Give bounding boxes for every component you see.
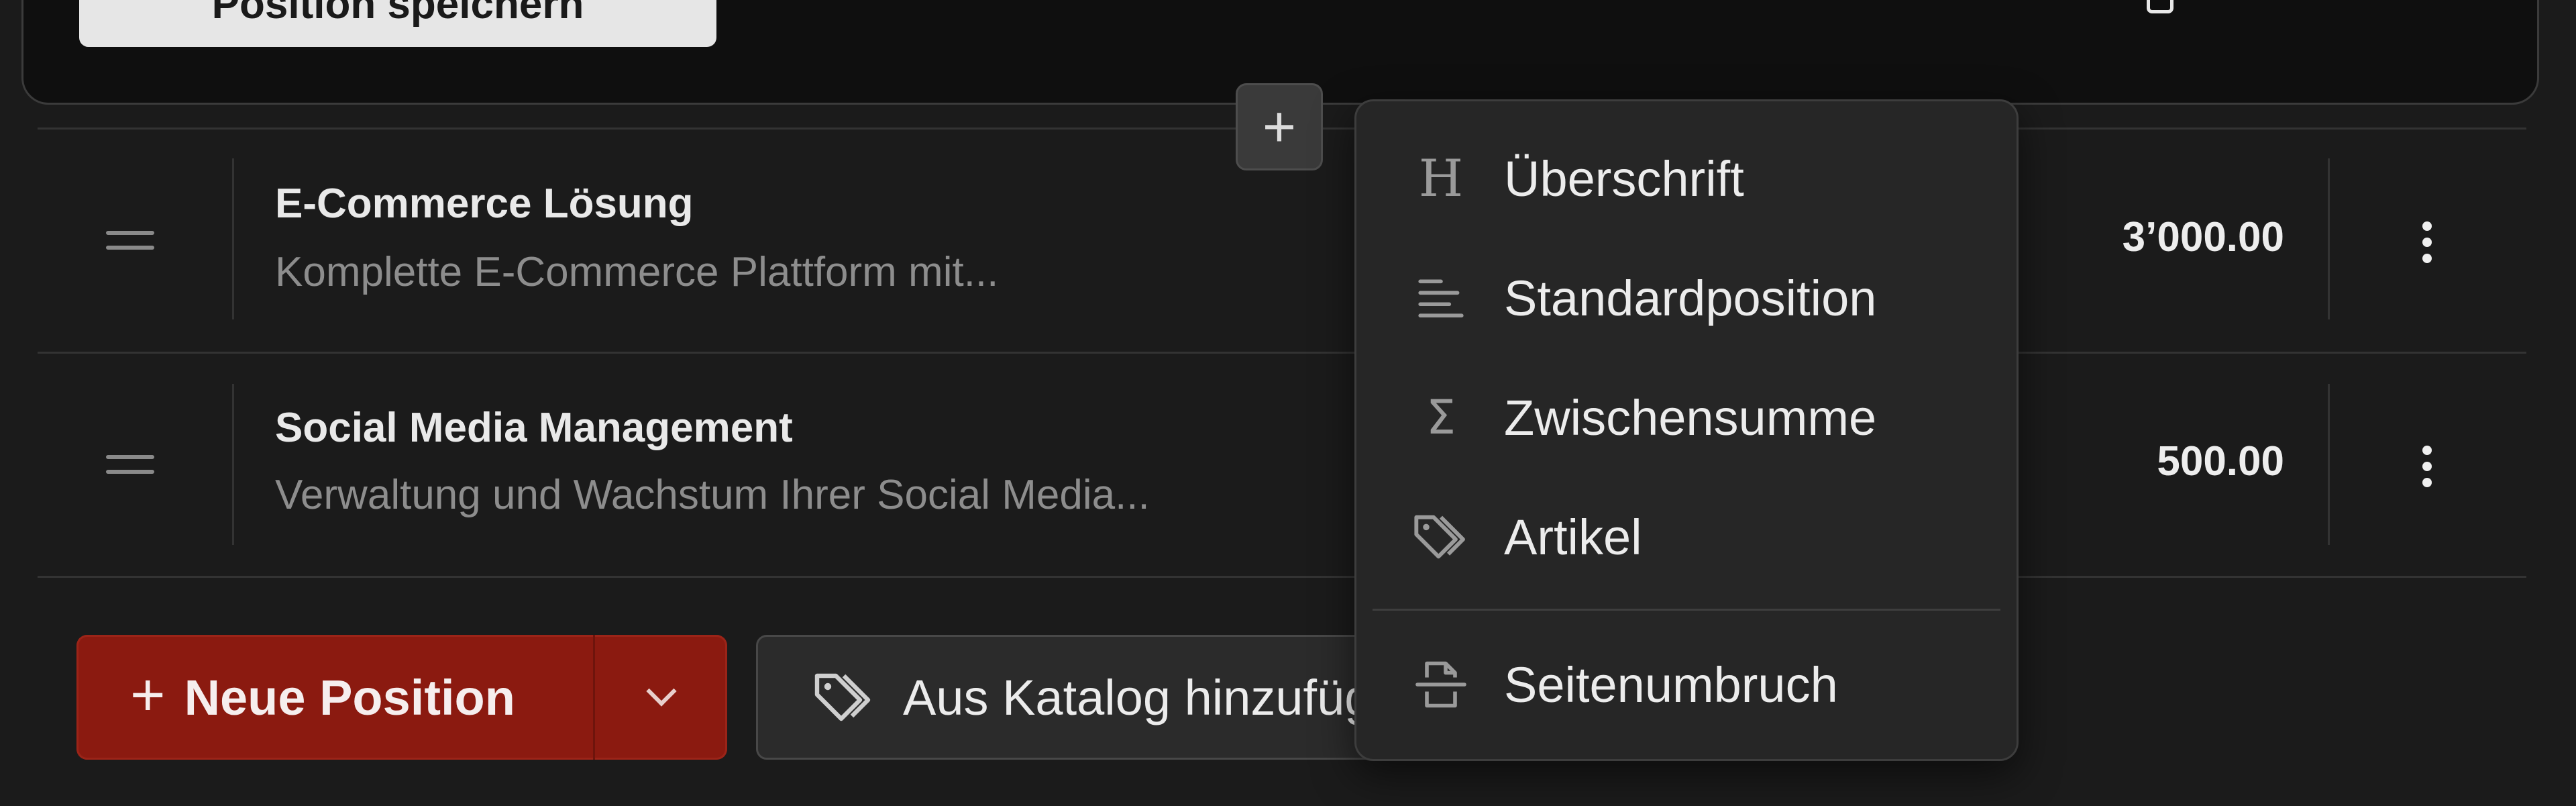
item-title: Social Media Management (275, 405, 793, 451)
cancel-label: Abbrechen (804, 0, 1005, 9)
new-position-split-button: + Neue Position (76, 635, 727, 760)
new-position-dropdown-toggle[interactable] (593, 635, 727, 760)
heading-icon: H (1418, 148, 1464, 208)
plus-icon: + (1262, 95, 1297, 159)
plus-icon: + (130, 661, 166, 729)
tags-icon (1411, 507, 1470, 566)
item-amount: 3’000.00 (2122, 214, 2284, 260)
more-vertical-icon[interactable] (2419, 221, 2435, 270)
column-divider (232, 158, 234, 319)
column-divider (232, 384, 234, 545)
chevron-down-icon (645, 676, 677, 707)
menu-item-label: Artikel (1504, 509, 1642, 565)
tags-icon (814, 673, 871, 721)
page-break-icon (1411, 655, 1470, 714)
menu-item-article[interactable]: Artikel (1356, 487, 2017, 587)
new-position-button[interactable]: + Neue Position (76, 635, 593, 760)
drag-handle-icon[interactable] (106, 231, 154, 260)
item-description: Verwaltung und Wachstum Ihrer Social Med… (275, 472, 1150, 518)
save-position-label: Position speichern (211, 0, 584, 28)
column-divider (2328, 158, 2330, 319)
menu-item-heading[interactable]: H Überschrift (1356, 128, 2017, 229)
menu-item-label: Standardposition (1504, 270, 1877, 326)
menu-item-label: Überschrift (1504, 150, 1744, 207)
column-divider (2328, 384, 2330, 545)
delete-button[interactable]: Löschen (2147, 0, 2348, 27)
delete-label: Löschen (2191, 0, 2348, 9)
drag-handle-icon[interactable] (106, 455, 154, 485)
save-position-button[interactable]: Position speichern (79, 0, 716, 47)
menu-item-subtotal[interactable]: Σ Zwischensumme (1356, 367, 2017, 468)
menu-item-label: Zwischensumme (1504, 389, 1877, 446)
item-amount: 500.00 (2157, 438, 2284, 485)
item-title: E-Commerce Lösung (275, 181, 694, 227)
trash-icon (2147, 0, 2174, 13)
item-description: Komplette E-Commerce Plattform mit... (275, 249, 999, 295)
menu-item-label: Seitenumbruch (1504, 656, 1838, 713)
insert-position-button[interactable]: + (1236, 83, 1323, 170)
menu-divider (1373, 609, 2000, 611)
new-position-label: Neue Position (184, 669, 515, 725)
cancel-button[interactable]: Abbrechen (804, 0, 1005, 27)
sigma-icon: Σ (1426, 390, 1456, 445)
align-left-icon (1411, 268, 1470, 328)
insert-menu: H Überschrift Standardposition Σ Zwische… (1354, 99, 2019, 761)
menu-item-standard-position[interactable]: Standardposition (1356, 248, 2017, 348)
add-from-catalog-label: Aus Katalog hinzufügen (903, 669, 1428, 725)
divider (38, 576, 2526, 578)
more-vertical-icon[interactable] (2419, 446, 2435, 494)
divider (38, 352, 2526, 354)
menu-item-page-break[interactable]: Seitenumbruch (1356, 634, 2017, 735)
